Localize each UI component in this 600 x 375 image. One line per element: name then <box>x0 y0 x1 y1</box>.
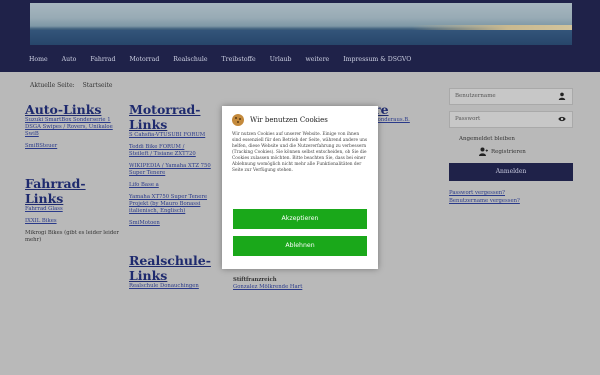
cookie-dialog-header: Wir benutzen Cookies <box>232 114 328 126</box>
cookie-consent-dialog: Wir benutzen Cookies Wir nutzen Cookies … <box>222 106 378 269</box>
accept-cookies-button[interactable]: Akzeptieren <box>233 209 367 229</box>
cookie-dialog-title: Wir benutzen Cookies <box>250 116 328 124</box>
decline-cookies-button[interactable]: Ablehnen <box>233 236 367 256</box>
cookie-icon <box>232 114 244 126</box>
cookie-dialog-text: Wir nutzen Cookies auf unserer Website. … <box>232 132 368 173</box>
